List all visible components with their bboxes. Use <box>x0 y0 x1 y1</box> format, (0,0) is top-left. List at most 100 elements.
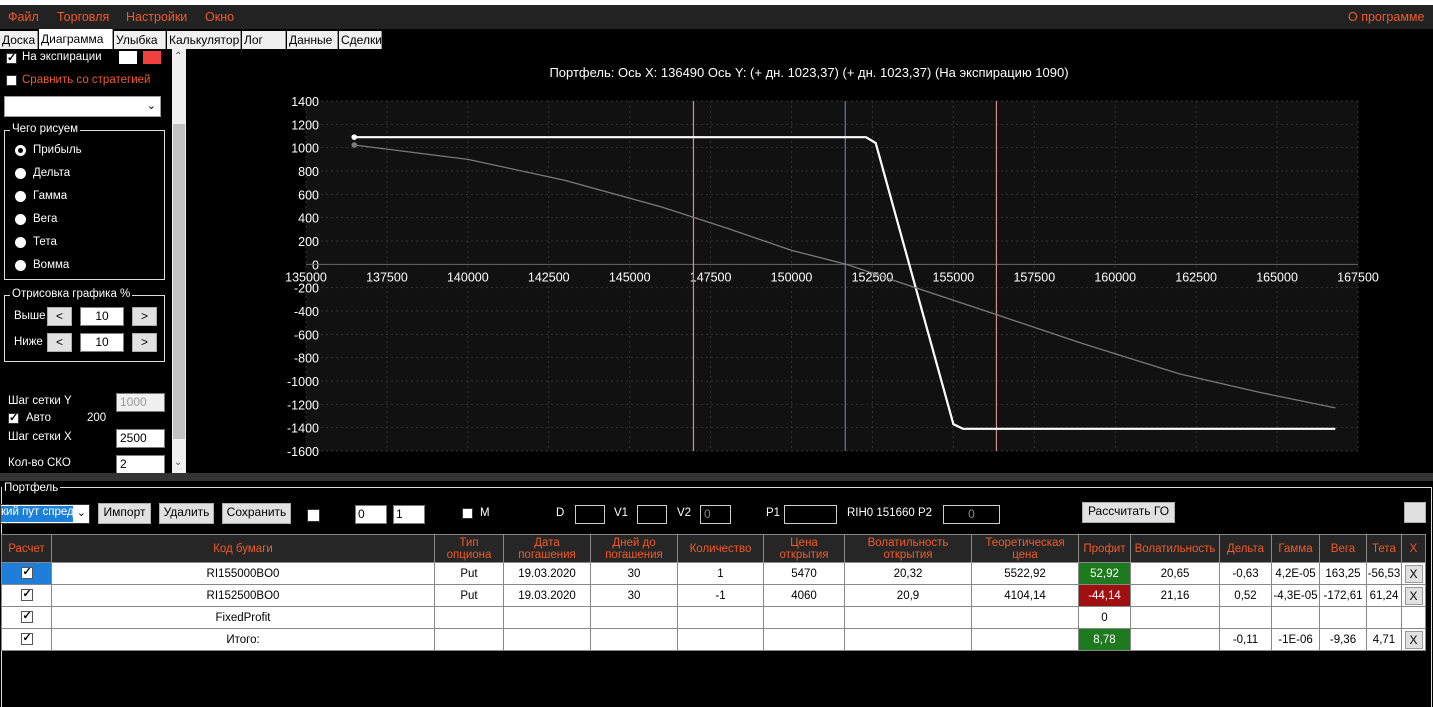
header-remove[interactable]: X <box>1401 534 1426 563</box>
radio-delta[interactable] <box>15 168 26 179</box>
tab-data[interactable]: Данные <box>287 31 338 49</box>
cell-gamma: -4,3E-05 <box>1271 584 1320 607</box>
radio-vomma[interactable] <box>15 260 26 271</box>
above-decrease-button[interactable]: < <box>47 307 72 326</box>
on-expiration-label: На экспирации <box>22 51 102 63</box>
cell-calc[interactable] <box>1 562 52 585</box>
cell-calc[interactable] <box>1 628 52 651</box>
tab-log[interactable]: Лог <box>242 31 286 49</box>
table-row[interactable]: RI152500BO0Put19.03.202030-1406020,94104… <box>1 584 1426 607</box>
calc-checkbox[interactable] <box>20 587 33 602</box>
radio-profit[interactable] <box>15 145 26 156</box>
calc-checkbox[interactable] <box>20 609 33 624</box>
grid-x-label: Шаг сетки X <box>8 431 72 443</box>
calc-checkbox[interactable] <box>20 565 33 580</box>
compare-strategy-checkbox[interactable] <box>6 75 17 86</box>
grid-x-input[interactable]: 2500 <box>116 429 165 448</box>
above-value-input[interactable]: 10 <box>80 307 124 326</box>
menu-about[interactable]: О программе <box>1348 10 1424 24</box>
extra-button[interactable] <box>1404 502 1426 523</box>
header-expiry[interactable]: Дата погашения <box>503 534 591 563</box>
on-expiration-checkbox[interactable] <box>6 51 17 64</box>
cell-code: RI155000BO0 <box>51 562 435 585</box>
tab-board[interactable]: Доска <box>0 31 38 49</box>
scroll-down-icon[interactable]: ⌄ <box>174 457 182 468</box>
menu-trade[interactable]: Торговля <box>57 10 109 24</box>
v2-input[interactable]: 0 <box>700 505 731 524</box>
cell-remove[interactable]: X <box>1401 562 1426 585</box>
table-row[interactable]: FixedProfit 0 <box>1 606 1426 629</box>
header-type[interactable]: Тип опциона <box>434 534 504 563</box>
header-theta[interactable]: Тета <box>1366 534 1402 563</box>
cell-profit: 8,78 <box>1078 628 1131 651</box>
menu-window[interactable]: Окно <box>205 10 234 24</box>
header-calc[interactable]: Расчет <box>1 534 52 563</box>
calc-checkbox[interactable] <box>20 631 33 646</box>
table-row[interactable]: RI155000BO0Put19.03.2020301547020,325522… <box>1 562 1426 585</box>
p2-label: P2 <box>918 507 933 519</box>
radio-gamma-label: Гамма <box>33 190 68 202</box>
tab-deals[interactable]: Сделки <box>339 31 382 49</box>
spin1-input[interactable]: 0 <box>355 505 387 524</box>
table-row[interactable]: Итого: 8,78 -0,11-1E-06-9,364,71X <box>1 628 1426 651</box>
strategy-dropdown[interactable]: ⌄ <box>4 96 161 117</box>
header-qty[interactable]: Количество <box>677 534 764 563</box>
daily-color-swatch[interactable] <box>143 51 161 64</box>
cell-remove[interactable] <box>1401 606 1426 629</box>
menu-file[interactable]: Файл <box>8 10 39 24</box>
below-increase-button[interactable]: > <box>132 333 157 352</box>
option-checkbox[interactable] <box>307 509 320 522</box>
tab-calculator[interactable]: Калькулятор <box>167 31 241 49</box>
save-button[interactable]: Сохранить <box>222 503 291 524</box>
import-button[interactable]: Импорт <box>98 503 151 524</box>
v1-input[interactable] <box>637 505 667 524</box>
d-input[interactable] <box>575 505 605 524</box>
calc-go-button[interactable]: Рассчитать ГО <box>1082 502 1175 523</box>
header-price[interactable]: Цена открытия <box>763 534 845 563</box>
header-vega[interactable]: Вега <box>1319 534 1367 563</box>
radio-vega[interactable] <box>15 214 26 225</box>
spin2-input[interactable]: 1 <box>393 505 425 524</box>
grid-y-input[interactable]: 1000 <box>116 393 165 412</box>
above-increase-button[interactable]: > <box>132 307 157 326</box>
below-decrease-button[interactable]: < <box>47 333 72 352</box>
remove-row-button[interactable]: X <box>1404 586 1423 605</box>
radio-gamma[interactable] <box>15 191 26 202</box>
remove-row-button[interactable]: X <box>1404 630 1423 649</box>
p2-input[interactable]: 0 <box>943 505 1000 524</box>
below-value-input[interactable]: 10 <box>80 333 124 352</box>
header-theor-price[interactable]: Теоретическая цена <box>971 534 1079 563</box>
header-profit[interactable]: Профит <box>1078 534 1131 563</box>
delete-button[interactable]: Удалить <box>159 503 214 524</box>
header-vol[interactable]: Волатильность <box>1130 534 1220 563</box>
radio-theta[interactable] <box>15 237 26 248</box>
tab-smile[interactable]: Улыбка <box>114 31 166 49</box>
cell-theor-price <box>971 628 1079 651</box>
p1-input[interactable] <box>784 505 837 524</box>
scroll-thumb[interactable] <box>173 124 185 439</box>
left-panel-scrollbar[interactable]: ⌃ ⌄ <box>172 49 186 473</box>
cell-calc[interactable] <box>1 584 52 607</box>
cell-expiry: 19.03.2020 <box>503 562 591 585</box>
header-code[interactable]: Код бумаги <box>51 534 435 563</box>
cell-calc[interactable] <box>1 606 52 629</box>
header-gamma[interactable]: Гамма <box>1271 534 1320 563</box>
cell-remove[interactable]: X <box>1401 628 1426 651</box>
strategy-select[interactable]: кий пут спред ⌄ <box>0 504 90 524</box>
header-days[interactable]: Дней до погашения <box>590 534 678 563</box>
m-checkbox[interactable] <box>462 508 473 519</box>
remove-row-button[interactable]: X <box>1404 564 1423 583</box>
header-delta[interactable]: Дельта <box>1219 534 1272 563</box>
cell-remove[interactable]: X <box>1401 584 1426 607</box>
scroll-up-icon[interactable]: ⌃ <box>174 51 182 62</box>
header-open-vol[interactable]: Волатильность открытия <box>844 534 972 563</box>
tab-diagram[interactable]: Диаграмма <box>39 29 113 49</box>
sko-input[interactable]: 2 <box>116 455 165 474</box>
auto-checkbox[interactable] <box>8 411 19 424</box>
cell-qty: 1 <box>677 562 764 585</box>
menu-settings[interactable]: Настройки <box>126 10 187 24</box>
splitter[interactable] <box>0 473 1433 481</box>
render-group-title: Отрисовка графика % <box>10 288 133 300</box>
expiration-color-swatch[interactable] <box>119 51 137 64</box>
cell-days <box>590 628 678 651</box>
